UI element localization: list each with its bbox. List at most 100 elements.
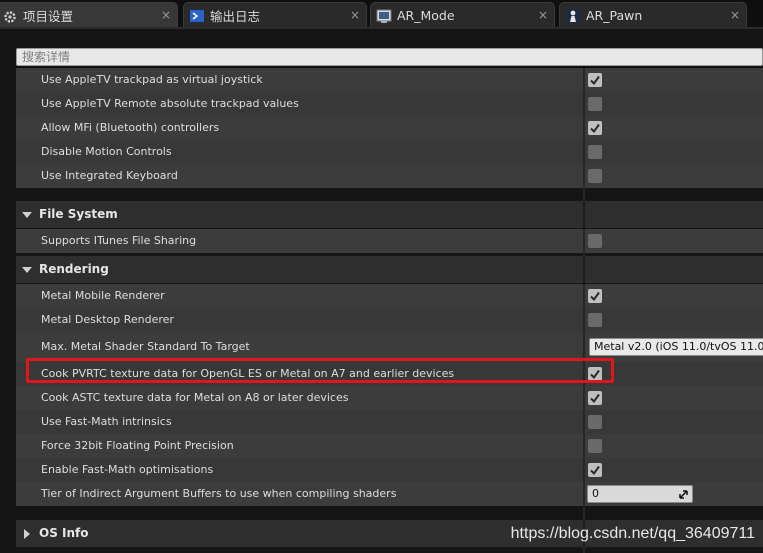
column-divider xyxy=(583,482,585,506)
watermark: https://blog.csdn.net/qq_36409711 xyxy=(510,525,755,542)
column-divider xyxy=(583,256,585,283)
setting-row[interactable]: Enable Fast-Math optimisations xyxy=(16,458,763,482)
close-icon[interactable]: × xyxy=(538,7,548,23)
close-icon[interactable]: × xyxy=(161,7,171,23)
setting-row[interactable]: Cook PVRTC texture data for OpenGL ES or… xyxy=(16,362,763,386)
tier-number-input[interactable]: 0 xyxy=(587,485,693,503)
check-icon xyxy=(590,75,600,86)
category-title: OS Info xyxy=(39,526,89,540)
setting-row[interactable]: Disable Motion Controls xyxy=(16,140,763,164)
category-title: File System xyxy=(39,207,118,221)
setting-row[interactable]: Max. Metal Shader Standard To Target Met… xyxy=(16,332,763,362)
column-divider xyxy=(583,116,585,140)
category-file-system[interactable]: File System xyxy=(16,201,763,228)
log-icon xyxy=(188,7,206,25)
setting-row[interactable]: Supports ITunes File Sharing xyxy=(16,229,763,253)
chevron-down-icon[interactable] xyxy=(22,212,32,218)
column-divider xyxy=(583,362,585,386)
column-divider xyxy=(583,386,585,410)
search-input[interactable]: 搜索详情 xyxy=(16,48,763,66)
tab-label: 输出日志 xyxy=(210,9,261,24)
checkbox[interactable] xyxy=(588,391,602,405)
setting-row[interactable]: Use AppleTV Remote absolute trackpad val… xyxy=(16,92,763,116)
checkbox[interactable] xyxy=(588,234,602,248)
section-gap xyxy=(16,547,763,553)
setting-row[interactable]: Use Integrated Keyboard xyxy=(16,164,763,188)
tab-label: 项目设置 xyxy=(23,9,74,24)
checkbox[interactable] xyxy=(588,463,602,477)
setting-row[interactable]: Use Fast-Math intrinsics xyxy=(16,410,763,434)
chevron-right-icon[interactable] xyxy=(24,529,30,539)
setting-label: Cook ASTC texture data for Metal on A8 o… xyxy=(41,391,349,404)
resize-icon xyxy=(679,490,688,499)
checkbox[interactable] xyxy=(588,415,602,429)
close-icon[interactable]: × xyxy=(350,7,360,23)
setting-row[interactable]: Allow MFi (Bluetooth) controllers xyxy=(16,116,763,140)
checkbox[interactable] xyxy=(588,145,602,159)
chevron-down-icon[interactable] xyxy=(22,267,32,273)
check-icon xyxy=(590,291,600,302)
setting-label: Metal Desktop Renderer xyxy=(41,313,174,326)
checkbox[interactable] xyxy=(588,169,602,183)
column-divider xyxy=(583,164,585,188)
check-icon xyxy=(590,369,600,380)
column-divider xyxy=(583,201,585,228)
column-divider xyxy=(583,92,585,116)
column-divider xyxy=(583,229,585,253)
setting-label: Tier of Indirect Argument Buffers to use… xyxy=(41,487,397,500)
tab-label: AR_Mode xyxy=(397,8,455,23)
column-divider xyxy=(583,284,585,308)
section-gap xyxy=(16,506,763,520)
setting-label: Use AppleTV Remote absolute trackpad val… xyxy=(41,97,299,110)
tab-ar-pawn[interactable]: AR_Pawn × xyxy=(559,2,747,28)
category-rendering[interactable]: Rendering xyxy=(16,256,763,283)
checkbox[interactable] xyxy=(588,439,602,453)
gear-icon xyxy=(1,7,19,25)
setting-row[interactable]: Force 32bit Floating Point Precision xyxy=(16,434,763,458)
column-divider xyxy=(583,410,585,434)
settings-panel: 搜索详情 Use AppleTV trackpad as virtual joy… xyxy=(0,29,763,553)
setting-row[interactable]: Metal Mobile Renderer xyxy=(16,284,763,308)
setting-row[interactable]: Tier of Indirect Argument Buffers to use… xyxy=(16,482,763,506)
setting-label: Use Fast-Math intrinsics xyxy=(41,415,172,428)
setting-label: Use AppleTV trackpad as virtual joystick xyxy=(41,73,263,86)
column-divider xyxy=(583,68,585,92)
close-icon[interactable]: × xyxy=(730,7,740,23)
setting-label: Max. Metal Shader Standard To Target xyxy=(41,340,250,353)
setting-label: Cook PVRTC texture data for OpenGL ES or… xyxy=(41,367,455,380)
checkbox[interactable] xyxy=(588,367,602,381)
setting-label: Disable Motion Controls xyxy=(41,145,172,158)
checkbox[interactable] xyxy=(588,121,602,135)
checkbox[interactable] xyxy=(588,73,602,87)
check-icon xyxy=(590,465,600,476)
pawn-icon xyxy=(564,7,582,25)
tab-output-log[interactable]: 输出日志 × xyxy=(183,2,367,28)
setting-label: Supports ITunes File Sharing xyxy=(41,234,197,247)
column-divider xyxy=(583,458,585,482)
check-icon xyxy=(590,123,600,134)
setting-label: Allow MFi (Bluetooth) controllers xyxy=(41,121,220,134)
setting-row[interactable]: Cook ASTC texture data for Metal on A8 o… xyxy=(16,386,763,410)
setting-label: Metal Mobile Renderer xyxy=(41,289,165,302)
tab-ar-mode[interactable]: AR_Mode × xyxy=(370,2,555,28)
category-title: Rendering xyxy=(39,262,109,276)
section-gap xyxy=(16,188,763,201)
column-divider xyxy=(583,140,585,164)
setting-row[interactable]: Metal Desktop Renderer xyxy=(16,308,763,332)
setting-row[interactable]: Use AppleTV trackpad as virtual joystick xyxy=(16,68,763,92)
setting-label: Use Integrated Keyboard xyxy=(41,169,178,182)
setting-label: Force 32bit Floating Point Precision xyxy=(41,439,234,452)
shader-standard-dropdown[interactable]: Metal v2.0 (iOS 11.0/tvOS 11.0) xyxy=(589,338,763,356)
tab-project-settings[interactable]: 项目设置 × xyxy=(0,2,178,28)
number-value: 0 xyxy=(592,487,599,500)
column-divider xyxy=(583,308,585,332)
checkbox[interactable] xyxy=(588,313,602,327)
checkbox[interactable] xyxy=(588,289,602,303)
checkbox[interactable] xyxy=(588,97,602,111)
setting-label: Enable Fast-Math optimisations xyxy=(41,463,214,476)
gamemode-icon xyxy=(375,7,393,25)
column-divider xyxy=(583,434,585,458)
tab-label: AR_Pawn xyxy=(586,8,643,23)
tab-bar: 项目设置 × 输出日志 × AR_Mode × AR_Pawn × xyxy=(0,0,763,29)
column-divider xyxy=(583,332,585,362)
